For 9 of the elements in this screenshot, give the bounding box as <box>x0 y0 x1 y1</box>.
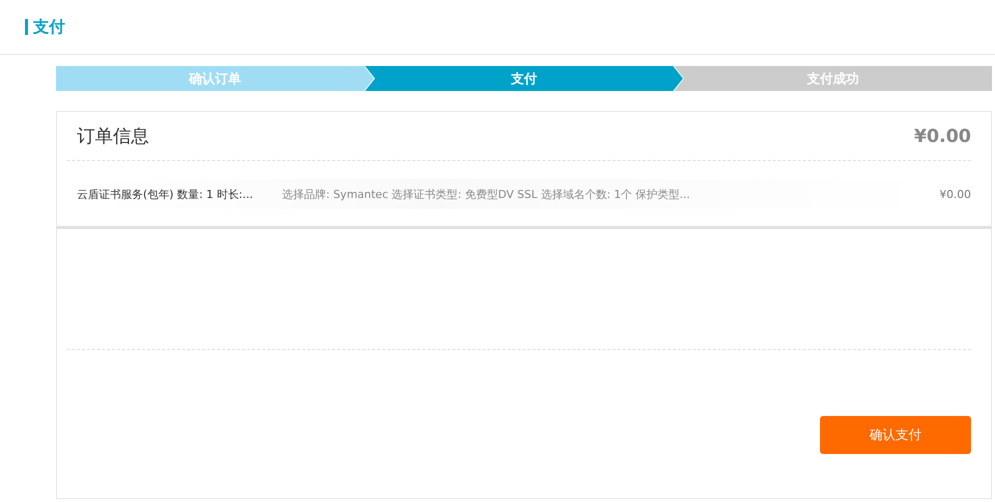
progress-step: 支付 <box>365 66 683 91</box>
order-total: ¥0.00 <box>914 126 971 146</box>
progress-step: 确认订单 <box>56 66 374 91</box>
item-detail: 选择品牌: Symantec 选择证书类型: 免费型DV SSL 选择域名个数: 1个 保护类型... <box>282 186 692 202</box>
order-title: 订单信息 <box>77 125 149 148</box>
item-name: 云盾证书服务(包年) 数量: 1 时长:... <box>77 186 254 202</box>
confirm-pay-button[interactable]: 确认支付 <box>820 416 971 454</box>
page-title: 支付 <box>33 16 65 38</box>
item-price: ¥0.00 <box>940 188 971 200</box>
